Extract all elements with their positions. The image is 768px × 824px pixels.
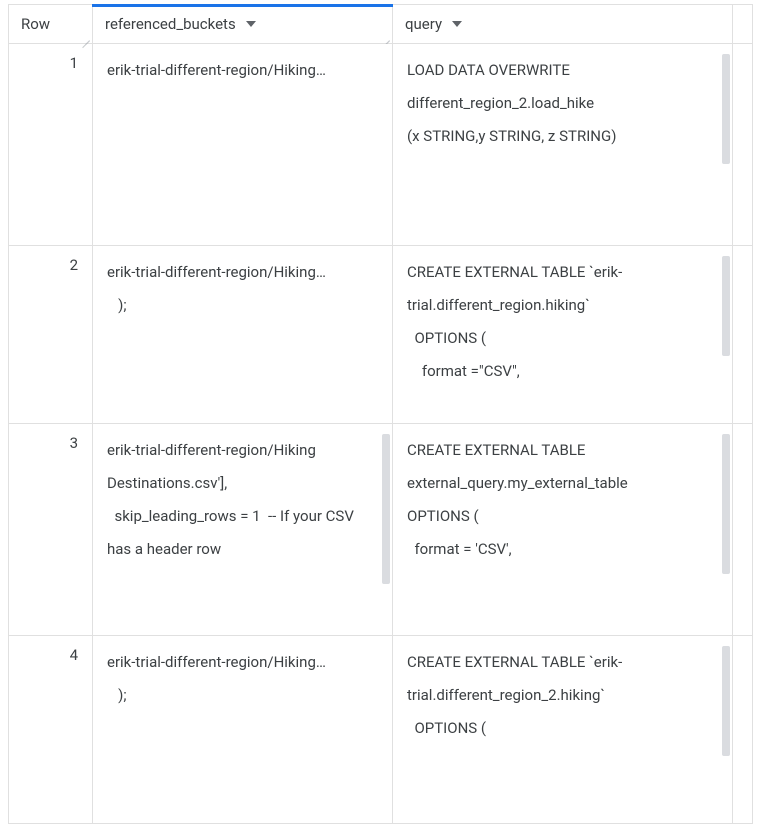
resize-handle-icon[interactable]	[80, 31, 90, 41]
cell-referenced-buckets[interactable]: erik-trial-different-region/Hiking… );	[93, 636, 393, 824]
sort-desc-icon[interactable]	[452, 21, 462, 27]
sort-desc-icon[interactable]	[246, 21, 256, 27]
cell-query[interactable]: LOAD DATA OVERWRITE different_region_2.l…	[393, 44, 733, 246]
table-row: 1erik-trial-different-region/Hiking…LOAD…	[9, 44, 753, 246]
cell-text: erik-trial-different-region/Hiking Desti…	[93, 424, 392, 635]
scrollbar-thumb[interactable]	[382, 434, 390, 584]
cell-query[interactable]: CREATE EXTERNAL TABLE `erik-trial.differ…	[393, 636, 733, 824]
cell-query[interactable]: CREATE EXTERNAL TABLE `erik-trial.differ…	[393, 246, 733, 424]
table-row: 2erik-trial-different-region/Hiking… );C…	[9, 246, 753, 424]
row-number: 3	[9, 424, 93, 636]
col-header-referenced-buckets[interactable]: referenced_buckets	[93, 5, 393, 44]
col-header-buckets-label: referenced_buckets	[105, 15, 236, 33]
cell-spacer	[733, 246, 753, 424]
cell-text: CREATE EXTERNAL TABLE `erik-trial.differ…	[393, 636, 732, 823]
cell-text: CREATE EXTERNAL TABLE external_query.my_…	[393, 424, 732, 635]
cell-text: erik-trial-different-region/Hiking…	[93, 44, 392, 245]
scrollbar-thumb[interactable]	[722, 54, 730, 164]
cell-text: LOAD DATA OVERWRITE different_region_2.l…	[393, 44, 732, 245]
cell-referenced-buckets[interactable]: erik-trial-different-region/Hiking… );	[93, 246, 393, 424]
scrollbar-thumb[interactable]	[722, 434, 730, 574]
header-row: Row referenced_buckets query	[9, 5, 753, 44]
cell-text: CREATE EXTERNAL TABLE `erik-trial.differ…	[393, 246, 732, 423]
row-number: 1	[9, 44, 93, 246]
results-table: Row referenced_buckets query 1erik-trial…	[8, 4, 753, 824]
cell-text: erik-trial-different-region/Hiking… );	[93, 636, 392, 823]
col-header-query[interactable]: query	[393, 5, 733, 44]
table-row: 3erik-trial-different-region/Hiking Dest…	[9, 424, 753, 636]
scrollbar-thumb[interactable]	[722, 256, 730, 356]
cell-referenced-buckets[interactable]: erik-trial-different-region/Hiking…	[93, 44, 393, 246]
table-row: 4erik-trial-different-region/Hiking… );C…	[9, 636, 753, 824]
cell-query[interactable]: CREATE EXTERNAL TABLE external_query.my_…	[393, 424, 733, 636]
scrollbar-thumb[interactable]	[722, 646, 730, 756]
cell-spacer	[733, 44, 753, 246]
cell-referenced-buckets[interactable]: erik-trial-different-region/Hiking Desti…	[93, 424, 393, 636]
row-number: 4	[9, 636, 93, 824]
cell-text: erik-trial-different-region/Hiking… );	[93, 246, 392, 423]
row-number: 2	[9, 246, 93, 424]
resize-handle-icon[interactable]	[380, 31, 390, 41]
col-header-row[interactable]: Row	[9, 5, 93, 44]
col-header-query-label: query	[405, 15, 442, 33]
col-header-row-label: Row	[21, 15, 50, 33]
cell-spacer	[733, 636, 753, 824]
col-header-spacer	[733, 5, 753, 44]
cell-spacer	[733, 424, 753, 636]
